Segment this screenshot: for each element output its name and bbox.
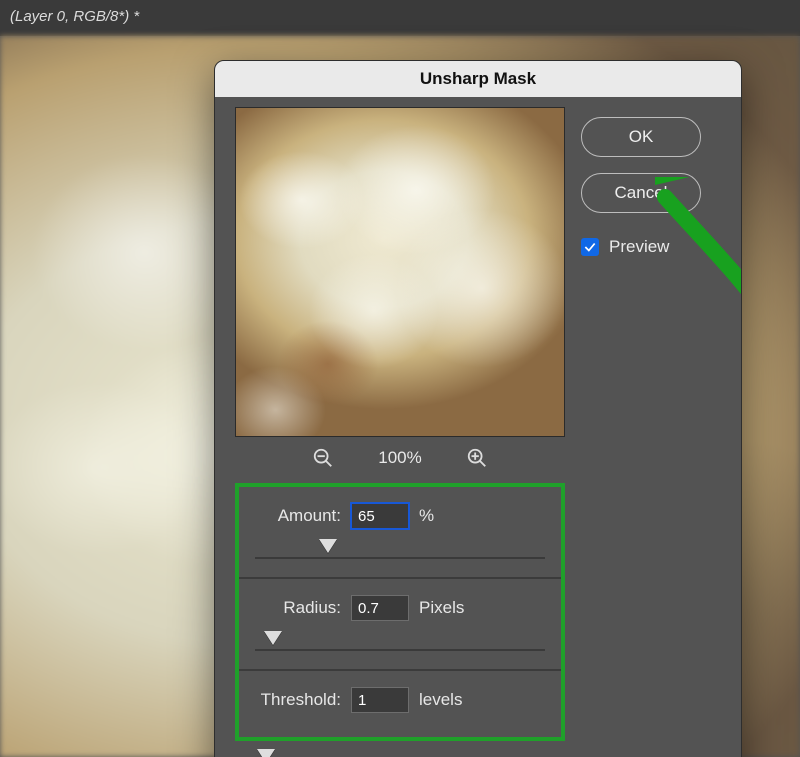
zoom-in-icon[interactable]: [466, 447, 488, 469]
amount-input[interactable]: [351, 503, 409, 529]
threshold-label: Threshold:: [255, 690, 341, 710]
document-tab-bar: (Layer 0, RGB/8*) *: [0, 0, 800, 36]
amount-label: Amount:: [255, 506, 341, 526]
amount-row: Amount: %: [255, 503, 545, 529]
threshold-slider-handle[interactable]: [257, 749, 275, 757]
preview-toggle-label: Preview: [609, 237, 669, 257]
zoom-level: 100%: [378, 448, 421, 468]
threshold-slider[interactable]: [251, 745, 549, 757]
threshold-unit: levels: [419, 690, 479, 710]
unsharp-mask-dialog: Unsharp Mask 100%: [214, 60, 742, 757]
document-tab-title[interactable]: (Layer 0, RGB/8*) *: [10, 8, 139, 25]
app-frame: (Layer 0, RGB/8*) * Unsharp Mask 100%: [0, 0, 800, 757]
dialog-title: Unsharp Mask: [215, 61, 741, 97]
preview-toggle-row[interactable]: Preview: [581, 237, 669, 257]
threshold-input[interactable]: [351, 687, 409, 713]
filter-preview-thumbnail[interactable]: [235, 107, 565, 437]
radius-row: Radius: Pixels: [255, 595, 545, 621]
radius-label: Radius:: [255, 598, 341, 618]
divider: [239, 669, 561, 671]
amount-unit: %: [419, 506, 479, 526]
ok-button[interactable]: OK: [581, 117, 701, 157]
radius-input[interactable]: [351, 595, 409, 621]
threshold-row: Threshold: levels: [255, 687, 545, 713]
amount-slider-handle[interactable]: [319, 539, 337, 553]
radius-slider[interactable]: [255, 627, 545, 653]
preview-checkbox[interactable]: [581, 238, 599, 256]
amount-slider[interactable]: [255, 535, 545, 561]
radius-slider-handle[interactable]: [264, 631, 282, 645]
zoom-out-icon[interactable]: [312, 447, 334, 469]
divider: [239, 577, 561, 579]
cancel-button[interactable]: Cancel: [581, 173, 701, 213]
parameters-highlight-box: Amount: % Radius: Pixels: [235, 483, 565, 741]
radius-unit: Pixels: [419, 598, 479, 618]
